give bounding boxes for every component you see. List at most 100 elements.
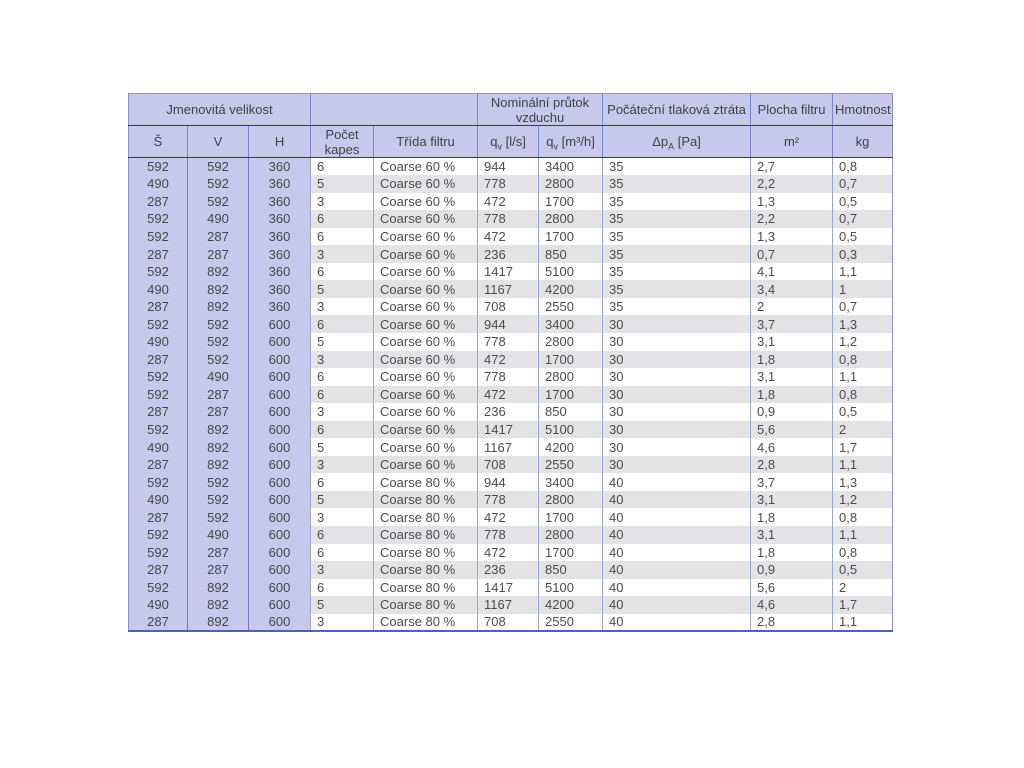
header-group-filter-area: Plocha filtru — [750, 93, 833, 126]
cell-hmotnost-kg: 1,2 — [832, 490, 893, 509]
cell-pocet-kapes: 5 — [310, 175, 374, 193]
cell-q-m3h: 3400 — [538, 473, 603, 491]
cell-pocet-kapes: 6 — [310, 157, 374, 176]
cell-sirka: 592 — [128, 227, 188, 246]
cell-hmotnost-kg: 0,8 — [832, 508, 893, 526]
cell-sirka: 287 — [128, 561, 188, 579]
q-unit: [m³/h] — [557, 134, 595, 149]
cell-hloubka: 600 — [247, 332, 311, 351]
cell-trida-filtru: Coarse 60 % — [373, 297, 478, 316]
cell-vyska: 592 — [187, 157, 249, 176]
cell-plocha-m2: 2,8 — [750, 613, 833, 632]
cell-hloubka: 600 — [247, 596, 311, 614]
cell-vyska: 892 — [187, 262, 249, 281]
cell-dp-pa: 40 — [602, 525, 751, 544]
cell-plocha-m2: 2,2 — [750, 175, 833, 193]
table-row: 287 892 600 3 Coarse 80 % 708 2550 40 2,8 1,1 — [128, 613, 893, 632]
cell-hloubka: 360 — [247, 157, 311, 176]
cell-dp-pa: 35 — [602, 157, 751, 176]
cell-hloubka: 600 — [247, 315, 311, 333]
cell-q-m3h: 850 — [538, 561, 603, 579]
table-row: 592 892 360 6 Coarse 60 % 1417 5100 35 4,1 1,1 — [128, 262, 893, 281]
cell-hmotnost-kg: 0,5 — [832, 403, 893, 421]
cell-q-ls: 944 — [477, 315, 539, 333]
cell-hloubka: 600 — [247, 385, 311, 404]
table-body: 592 592 360 6 Coarse 60 % 944 3400 35 2,7 0,8 490 5… — [128, 157, 893, 632]
cell-vyska: 490 — [187, 210, 249, 228]
table-row: 490 892 600 5 Coarse 80 % 1167 4200 40 4,6 1,7 — [128, 596, 893, 614]
subheader-dp-pa: ΔpA [Pa] — [602, 125, 751, 158]
cell-q-ls: 778 — [477, 332, 539, 351]
cell-sirka: 592 — [128, 157, 188, 176]
cell-pocet-kapes: 6 — [310, 578, 374, 597]
cell-plocha-m2: 3,1 — [750, 368, 833, 386]
cell-plocha-m2: 3,7 — [750, 473, 833, 491]
cell-vyska: 287 — [187, 245, 249, 263]
cell-q-ls: 778 — [477, 490, 539, 509]
dp-symbol: Δp — [652, 134, 669, 149]
cell-dp-pa: 40 — [602, 561, 751, 579]
cell-dp-pa: 35 — [602, 245, 751, 263]
cell-sirka: 490 — [128, 332, 188, 351]
cell-q-ls: 1417 — [477, 262, 539, 281]
cell-q-m3h: 2800 — [538, 332, 603, 351]
table-row: 592 592 600 6 Coarse 80 % 944 3400 40 3,7 1,3 — [128, 473, 893, 491]
cell-sirka: 287 — [128, 297, 188, 316]
cell-trida-filtru: Coarse 80 % — [373, 561, 478, 579]
cell-hloubka: 600 — [247, 578, 311, 597]
cell-dp-pa: 40 — [602, 596, 751, 614]
cell-pocet-kapes: 6 — [310, 227, 374, 246]
cell-pocet-kapes: 6 — [310, 262, 374, 281]
cell-hloubka: 360 — [247, 297, 311, 316]
cell-plocha-m2: 2,2 — [750, 210, 833, 228]
q-unit: [l/s] — [501, 134, 526, 149]
cell-q-ls: 778 — [477, 368, 539, 386]
cell-q-ls: 708 — [477, 455, 539, 474]
table-row: 287 287 360 3 Coarse 60 % 236 850 35 0,7 0,3 — [128, 245, 893, 263]
cell-q-m3h: 2800 — [538, 210, 603, 228]
cell-pocet-kapes: 3 — [310, 613, 374, 632]
cell-hmotnost-kg: 1,1 — [832, 262, 893, 281]
cell-trida-filtru: Coarse 80 % — [373, 578, 478, 597]
cell-q-ls: 1167 — [477, 280, 539, 298]
cell-plocha-m2: 0,9 — [750, 561, 833, 579]
cell-trida-filtru: Coarse 60 % — [373, 157, 478, 176]
cell-hloubka: 600 — [247, 473, 311, 491]
cell-dp-pa: 30 — [602, 455, 751, 474]
cell-vyska: 287 — [187, 403, 249, 421]
cell-hloubka: 600 — [247, 403, 311, 421]
cell-trida-filtru: Coarse 60 % — [373, 438, 478, 456]
cell-q-m3h: 850 — [538, 403, 603, 421]
header-group-empty — [310, 93, 478, 126]
cell-sirka: 592 — [128, 420, 188, 439]
cell-trida-filtru: Coarse 80 % — [373, 473, 478, 491]
cell-q-m3h: 1700 — [538, 543, 603, 562]
cell-q-m3h: 2800 — [538, 175, 603, 193]
cell-pocet-kapes: 3 — [310, 561, 374, 579]
cell-q-ls: 778 — [477, 525, 539, 544]
table-header: Jmenovitá velikost Nominální průtok vzdu… — [127, 93, 893, 158]
cell-sirka: 490 — [128, 175, 188, 193]
filter-spec-table: Jmenovitá velikost Nominální průtok vzdu… — [127, 93, 894, 633]
cell-q-ls: 1417 — [477, 420, 539, 439]
cell-q-m3h: 4200 — [538, 438, 603, 456]
cell-dp-pa: 35 — [602, 175, 751, 193]
cell-q-ls: 472 — [477, 385, 539, 404]
table-row: 592 892 600 6 Coarse 60 % 1417 5100 30 5,6 2 — [128, 420, 893, 439]
cell-hmotnost-kg: 1,1 — [832, 613, 893, 632]
cell-vyska: 592 — [187, 473, 249, 491]
cell-trida-filtru: Coarse 80 % — [373, 490, 478, 509]
cell-q-m3h: 2800 — [538, 525, 603, 544]
cell-plocha-m2: 4,6 — [750, 596, 833, 614]
cell-pocet-kapes: 3 — [310, 508, 374, 526]
cell-dp-pa: 30 — [602, 368, 751, 386]
cell-hloubka: 600 — [247, 420, 311, 439]
table-row: 490 592 600 5 Coarse 60 % 778 2800 30 3,1 1,2 — [128, 332, 893, 351]
table-row: 592 490 600 6 Coarse 60 % 778 2800 30 3,1 1,1 — [128, 368, 893, 386]
cell-pocet-kapes: 6 — [310, 210, 374, 228]
cell-trida-filtru: Coarse 60 % — [373, 350, 478, 369]
cell-q-m3h: 5100 — [538, 262, 603, 281]
cell-q-ls: 236 — [477, 245, 539, 263]
cell-trida-filtru: Coarse 60 % — [373, 332, 478, 351]
cell-pocet-kapes: 6 — [310, 420, 374, 439]
